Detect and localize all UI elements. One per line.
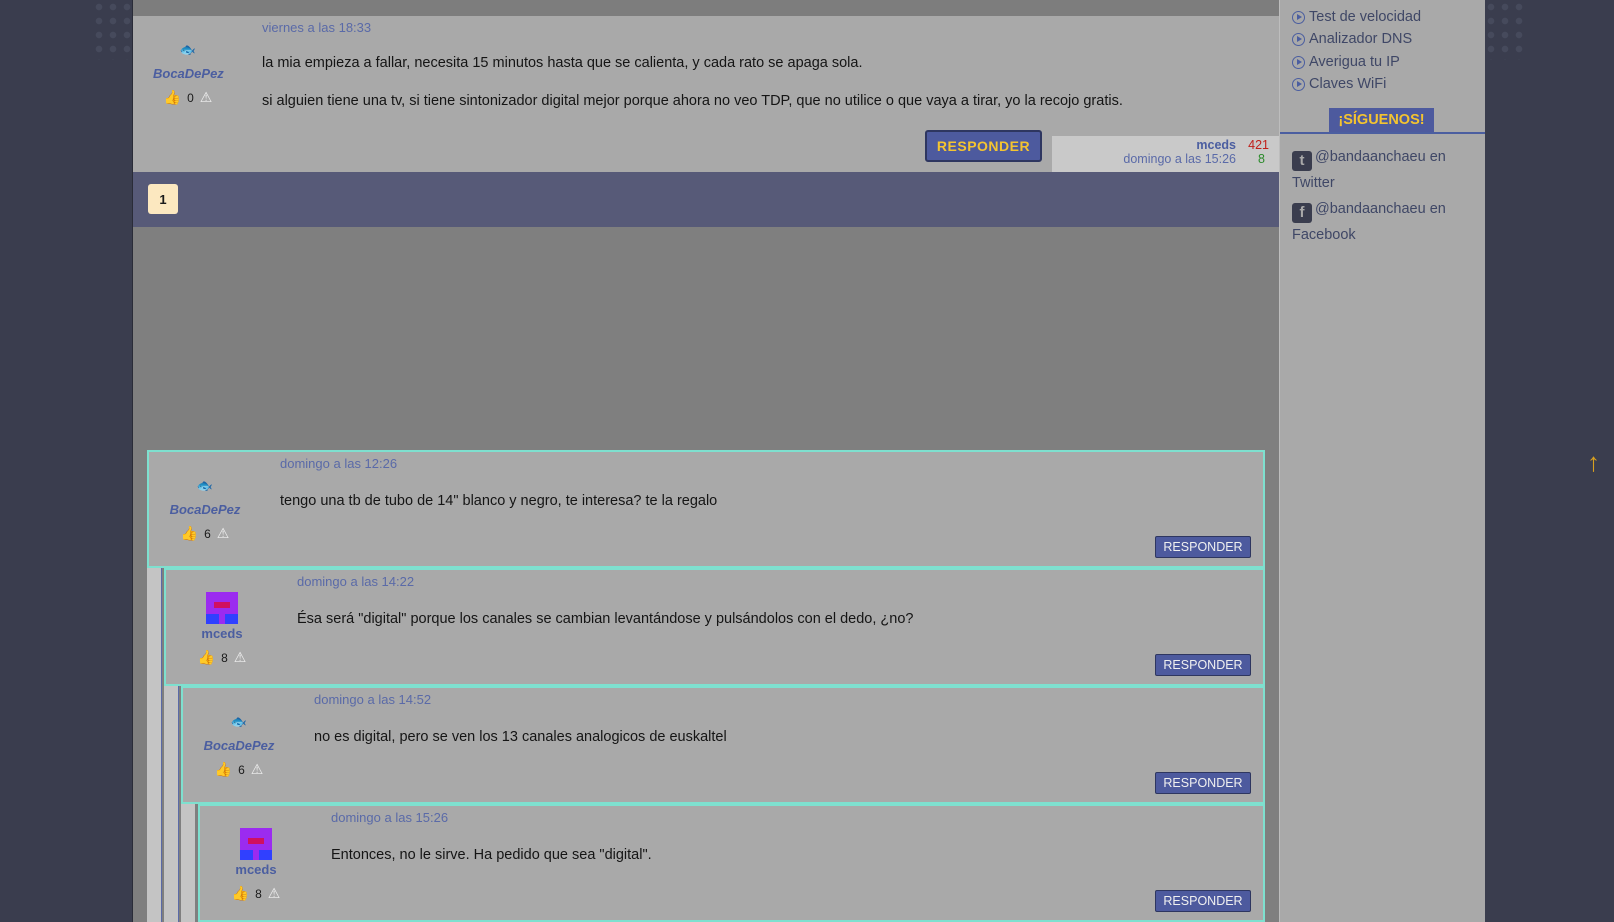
play-circle-icon <box>1292 32 1305 46</box>
author-link[interactable]: BocaDePez <box>153 66 224 81</box>
sidebar: Test de velocidad Analizador DNS Averigu… <box>1279 0 1485 922</box>
vote-count: 0 <box>187 90 194 105</box>
sidebar-link-dns[interactable]: Analizador DNS <box>1292 31 1412 47</box>
facebook-icon: f <box>1292 203 1312 223</box>
reply-author-block: mceds 👍 8 ⚠ <box>220 828 292 902</box>
author-link[interactable]: BocaDePez <box>169 502 241 517</box>
vote-row: 👍 0 ⚠ <box>153 89 223 106</box>
reply-author-block: 🐟 BocaDePez 👍 6 ⚠ <box>203 714 275 778</box>
background-pattern-left <box>92 0 132 60</box>
vote-count: 6 <box>238 762 245 777</box>
thumbs-up-icon[interactable]: 👍 <box>164 89 181 106</box>
last-reply-date: domingo a las 15:26 <box>1123 152 1236 166</box>
last-reply-user: mceds <box>1196 138 1236 152</box>
vote-count: 8 <box>221 650 228 665</box>
author-link[interactable]: BocaDePez <box>203 738 275 753</box>
report-icon[interactable]: ⚠ <box>234 649 247 666</box>
vote-row: 👍 8 ⚠ <box>186 649 258 666</box>
post-paragraph-1: la mia empieza a fallar, necesita 15 min… <box>262 55 863 71</box>
vote-row: 👍 6 ⚠ <box>203 761 275 778</box>
reply-post: domingo a las 15:26 mceds 👍 8 ⚠ Entonces… <box>198 804 1265 922</box>
reply-post: domingo a las 14:52 🐟 BocaDePez 👍 6 ⚠ no… <box>181 686 1265 804</box>
reply-button[interactable]: RESPONDER <box>1155 890 1251 912</box>
page-number-current[interactable]: 1 <box>148 184 178 214</box>
reply-author-block: 🐟 BocaDePez 👍 6 ⚠ <box>169 478 241 542</box>
fish-icon: 🐟 <box>179 42 197 57</box>
play-circle-icon <box>1292 10 1305 24</box>
sidebar-link-wifi[interactable]: Claves WiFi <box>1292 76 1386 92</box>
sidebar-link-label: Test de velocidad <box>1309 9 1422 25</box>
thumbs-up-icon[interactable]: 👍 <box>198 649 215 666</box>
play-circle-icon <box>1292 77 1305 91</box>
reply-author-block: mceds 👍 8 ⚠ <box>186 592 258 666</box>
reply-post: domingo a las 12:26 🐟 BocaDePez 👍 6 ⚠ te… <box>147 450 1265 568</box>
reply-text: tengo una tb de tubo de 14" blanco y neg… <box>280 493 718 509</box>
thumbs-up-icon[interactable]: 👍 <box>215 761 232 778</box>
avatar[interactable] <box>240 828 272 860</box>
sidebar-link-label: Claves WiFi <box>1309 76 1387 92</box>
follow-header: ¡SÍGUENOS! <box>1280 108 1485 134</box>
reply-button[interactable]: RESPONDER <box>1155 536 1251 558</box>
thread-gutter <box>181 804 195 922</box>
follow-title: ¡SÍGUENOS! <box>1329 108 1434 132</box>
facebook-label: @bandaanchaeu en Facebook <box>1292 201 1446 243</box>
thread-gutter <box>164 686 178 922</box>
reply-text: Entonces, no le sirve. Ha pedido que sea… <box>331 847 652 863</box>
post-author-block: 🐟 BocaDePez 👍 0 ⚠ <box>153 42 224 106</box>
author-link[interactable]: mceds <box>220 862 292 877</box>
report-icon[interactable]: ⚠ <box>268 885 281 902</box>
twitter-link[interactable]: t @bandaanchaeu en Twitter <box>1292 145 1477 195</box>
reply-post: domingo a las 14:22 mceds 👍 8 ⚠ Ésa será… <box>164 568 1265 686</box>
reply-date: domingo a las 15:26 <box>331 810 449 825</box>
fish-icon: 🐟 <box>230 714 248 729</box>
background-pattern-right <box>1484 0 1524 60</box>
scroll-to-top-icon[interactable]: ↑ <box>1587 447 1600 478</box>
author-link[interactable]: mceds <box>186 626 258 641</box>
thread-gutter <box>147 568 161 922</box>
fish-icon: 🐟 <box>196 478 214 493</box>
reply-date: domingo a las 14:22 <box>297 574 415 589</box>
reply-count-red: 421 <box>1248 138 1269 152</box>
vote-row: 👍 6 ⚠ <box>169 525 241 542</box>
vote-count: 8 <box>255 886 262 901</box>
twitter-icon: t <box>1292 151 1312 171</box>
reply-count-green: 8 <box>1258 152 1265 166</box>
report-icon[interactable]: ⚠ <box>217 525 230 542</box>
vote-count: 6 <box>204 526 211 541</box>
sidebar-link-label: Averigua tu IP <box>1309 54 1400 70</box>
avatar[interactable] <box>206 592 238 624</box>
thumbs-up-icon[interactable]: 👍 <box>181 525 198 542</box>
thumbs-up-icon[interactable]: 👍 <box>232 885 249 902</box>
reply-text: no es digital, pero se ven los 13 canale… <box>314 729 727 745</box>
sidebar-link-ip[interactable]: Averigua tu IP <box>1292 54 1400 70</box>
report-icon[interactable]: ⚠ <box>251 761 264 778</box>
top-strip <box>133 0 1279 16</box>
reply-button[interactable]: RESPONDER <box>1155 654 1251 676</box>
thread-line <box>178 686 179 922</box>
vote-row: 👍 8 ⚠ <box>220 885 292 902</box>
pagination-bar: 1 <box>133 172 1279 227</box>
twitter-label: @bandaanchaeu en Twitter <box>1292 149 1446 191</box>
reply-text: Ésa será "digital" porque los canales se… <box>297 611 914 627</box>
report-icon[interactable]: ⚠ <box>200 89 213 106</box>
post-paragraph-2: si alguien tiene una tv, si tiene sinton… <box>262 93 1123 109</box>
last-reply-box[interactable]: mceds domingo a las 15:26 421 8 <box>1052 136 1279 172</box>
reply-date: domingo a las 14:52 <box>314 692 432 707</box>
original-post: viernes a las 18:33 🐟 BocaDePez 👍 0 ⚠ la… <box>133 16 1279 172</box>
reply-date: domingo a las 12:26 <box>280 456 398 471</box>
sidebar-link-label: Analizador DNS <box>1309 31 1413 47</box>
play-circle-icon <box>1292 55 1305 69</box>
sidebar-link-speedtest[interactable]: Test de velocidad <box>1292 9 1421 25</box>
reply-button[interactable]: RESPONDER <box>1155 772 1251 794</box>
main-column: viernes a las 18:33 🐟 BocaDePez 👍 0 ⚠ la… <box>132 0 1279 922</box>
facebook-link[interactable]: f @bandaanchaeu en Facebook <box>1292 197 1477 247</box>
post-date: viernes a las 18:33 <box>262 20 372 35</box>
reply-button[interactable]: RESPONDER <box>925 130 1042 162</box>
thread-line <box>161 568 162 922</box>
